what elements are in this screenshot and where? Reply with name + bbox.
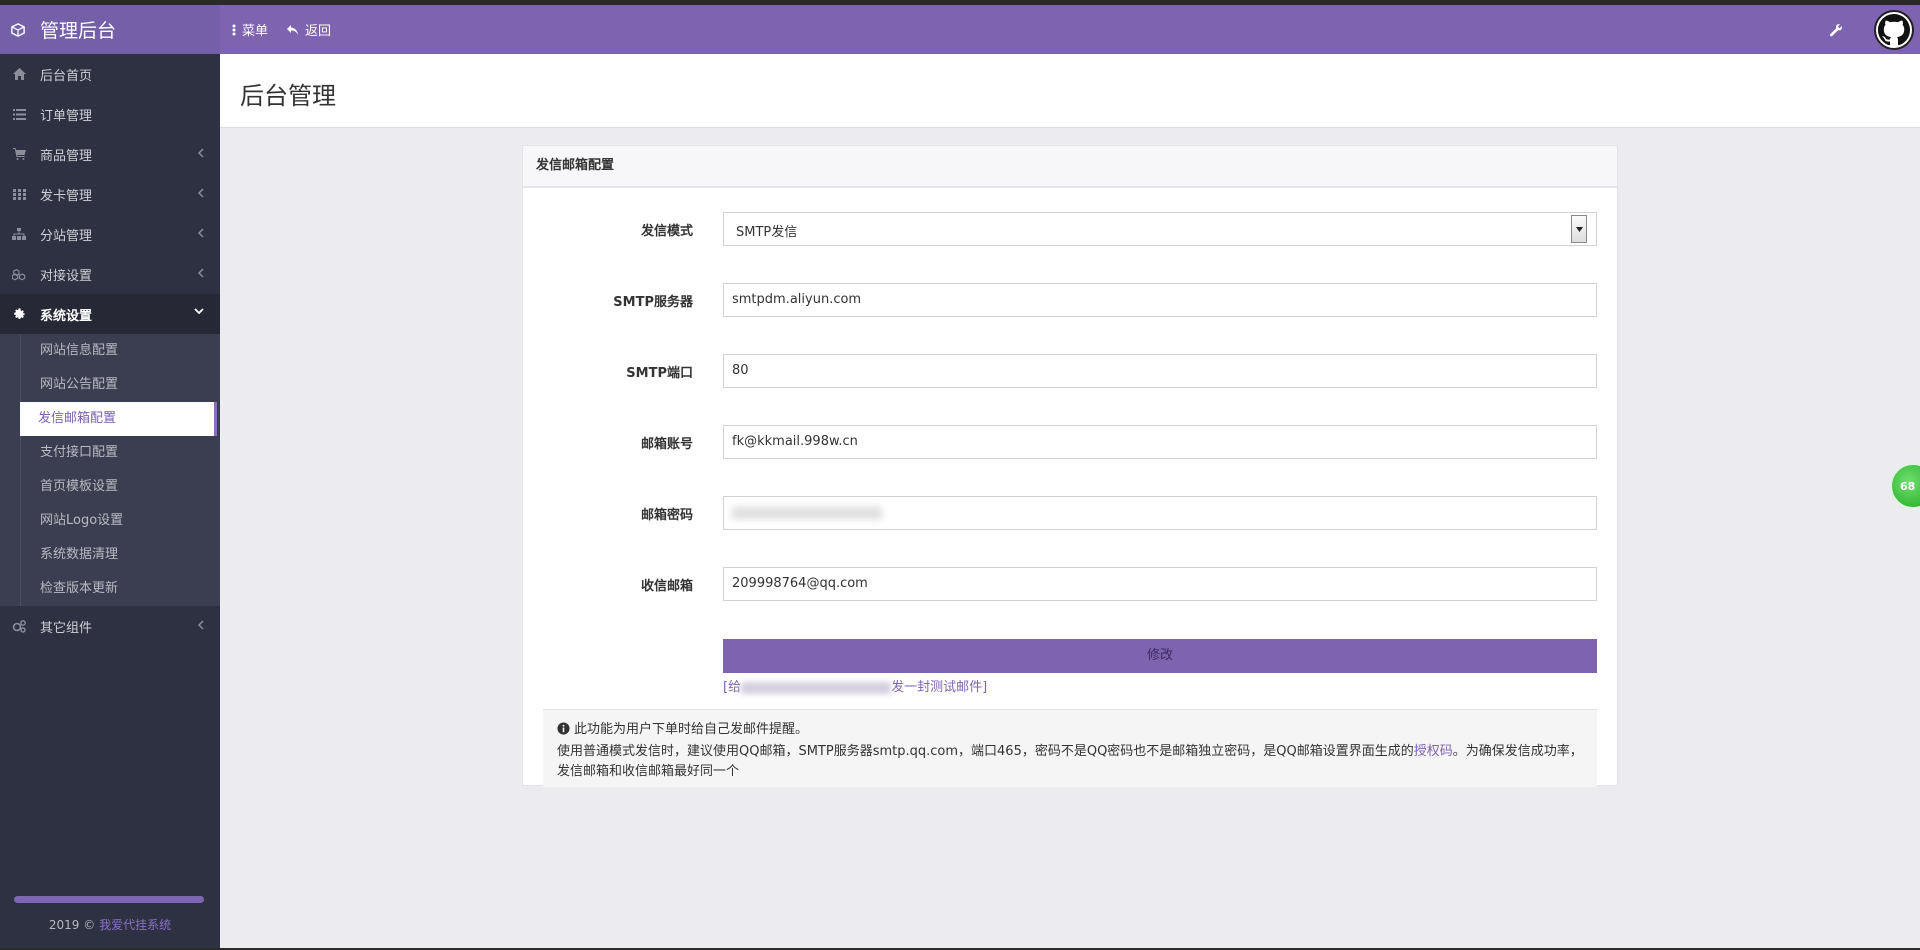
sidebar-item-label: 商品管理 (40, 148, 93, 164)
system-settings-submenu: 网站信息配置 网站公告配置 发信邮箱配置 支付接口配置 首页模板设置 网站Log… (0, 334, 220, 606)
form-row-mode: 发信模式 SMTP发信 (523, 212, 1619, 246)
test-link-suffix: 发一封测试邮件] (891, 680, 988, 695)
github-avatar[interactable] (1874, 9, 1914, 50)
sidebar-item-label: 分站管理 (40, 228, 93, 244)
chevron-left-icon (198, 620, 204, 630)
sidebar-item-label: 系统设置 (40, 308, 93, 324)
sidebar-item-cards[interactable]: 发卡管理 (0, 174, 220, 214)
chevron-down-icon (194, 308, 204, 314)
cart-icon (12, 147, 26, 161)
sidebar-item-label: 后台首页 (40, 68, 93, 84)
select-arrow-icon (1571, 215, 1587, 243)
gear-icon (12, 307, 26, 321)
sidebar-item-label: 订单管理 (40, 108, 93, 124)
submit-button[interactable]: 修改 (723, 639, 1597, 673)
info-box: 此功能为用户下单时给自己发邮件提醒。 使用普通模式发信时，建议使用QQ邮箱，SM… (543, 709, 1597, 787)
page-header: 后台管理 (220, 54, 1920, 128)
sidebar-item-other-components[interactable]: 其它组件 (0, 606, 220, 646)
info-circle-icon (557, 722, 570, 742)
password-label: 邮箱密码 (640, 508, 693, 523)
back-button[interactable]: 返回 (286, 20, 331, 39)
submenu-item-payment[interactable]: 支付接口配置 (20, 436, 220, 470)
form-row-password: 邮箱密码 (523, 496, 1619, 530)
brand[interactable]: 管理后台 (0, 5, 220, 54)
info-line-1: 此功能为用户下单时给自己发邮件提醒。 (557, 720, 1583, 742)
panel-heading: 发信邮箱配置 (523, 146, 1617, 188)
form-row-account: 邮箱账号 fk@kkmail.998w.cn (523, 425, 1619, 459)
cube-icon (10, 22, 26, 38)
form-row-port: SMTP端口 80 (523, 354, 1619, 388)
back-label: 返回 (305, 24, 332, 39)
top-bar: 管理后台 菜单 返回 (0, 5, 1920, 54)
cubes-icon (12, 267, 26, 281)
sidebar-item-system-settings[interactable]: 系统设置 (0, 294, 220, 334)
ellipsis-vertical-icon (232, 24, 236, 35)
footer-copyright: 2019 © 我爱代挂系统 (0, 916, 220, 933)
brand-title: 管理后台 (40, 20, 117, 42)
sidebar-item-orders[interactable]: 订单管理 (0, 94, 220, 134)
info-text-2a: 使用普通模式发信时，建议使用QQ邮箱，SMTP服务器smtp.qq.com，端口… (557, 744, 1414, 759)
menu-toggle-button[interactable]: 菜单 (232, 20, 268, 39)
sidebar: 后台首页 订单管理 商品管理 发卡管理 分站管理 对接设置 系统设置 网站信息配… (0, 54, 220, 948)
sidebar-item-products[interactable]: 商品管理 (0, 134, 220, 174)
chevron-left-icon (198, 148, 204, 158)
server-label: SMTP服务器 (613, 295, 693, 310)
footer-progress-bar (14, 896, 204, 903)
home-icon (12, 67, 26, 81)
wrench-icon[interactable] (1826, 20, 1846, 40)
sidebar-item-label: 对接设置 (40, 268, 93, 284)
form-row-server: SMTP服务器 smtpdm.aliyun.com (523, 283, 1619, 317)
sidebar-item-substations[interactable]: 分站管理 (0, 214, 220, 254)
gears-icon (12, 619, 26, 633)
info-line-2: 使用普通模式发信时，建议使用QQ邮箱，SMTP服务器smtp.qq.com，端口… (557, 742, 1583, 782)
github-icon (1878, 13, 1910, 45)
sitemap-icon (12, 227, 26, 241)
receiver-label: 收信邮箱 (640, 579, 693, 594)
mail-config-panel: 发信邮箱配置 发信模式 SMTP发信 SMTP服务器 smtpdm.aliyun… (522, 145, 1619, 787)
footer-link[interactable]: 我爱代挂系统 (99, 918, 171, 932)
footer-year: 2019 © (48, 918, 96, 932)
send-test-mail-link[interactable]: [给 发一封测试邮件] (723, 676, 987, 695)
account-label: 邮箱账号 (640, 437, 693, 452)
submenu-item-site-notice[interactable]: 网站公告配置 (20, 368, 220, 402)
password-mask (732, 506, 882, 519)
submenu-item-site-info[interactable]: 网站信息配置 (20, 334, 220, 368)
top-right-tools (1826, 5, 1920, 54)
info-text-1: 此功能为用户下单时给自己发邮件提醒。 (574, 722, 809, 737)
sidebar-item-label: 发卡管理 (40, 188, 93, 204)
top-nav: 菜单 返回 (232, 5, 349, 54)
mode-select-value: SMTP发信 (736, 225, 798, 240)
mode-select[interactable]: SMTP发信 (723, 212, 1597, 246)
receiver-mail-input[interactable]: 209998764@qq.com (723, 567, 1597, 601)
test-link-prefix: [给 (723, 680, 742, 695)
submenu-item-logo[interactable]: 网站Logo设置 (20, 504, 220, 538)
menu-label: 菜单 (242, 24, 269, 39)
mail-account-input[interactable]: fk@kkmail.998w.cn (723, 425, 1597, 459)
auth-code-link[interactable]: 授权码 (1414, 744, 1453, 759)
submenu-item-version-check[interactable]: 检查版本更新 (20, 572, 220, 606)
mode-label: 发信模式 (640, 224, 693, 239)
floating-badge[interactable]: 68 (1890, 463, 1920, 509)
sidebar-item-integration[interactable]: 对接设置 (0, 254, 220, 294)
submenu-item-home-template[interactable]: 首页模板设置 (20, 470, 220, 504)
grid-icon (12, 187, 26, 201)
form-row-receiver: 收信邮箱 209998764@qq.com (523, 567, 1619, 601)
submenu-item-data-cleanup[interactable]: 系统数据清理 (20, 538, 220, 572)
sidebar-footer: 2019 © 我爱代挂系统 (0, 878, 220, 948)
sidebar-item-home[interactable]: 后台首页 (0, 54, 220, 94)
chevron-left-icon (198, 228, 204, 238)
smtp-port-input[interactable]: 80 (723, 354, 1597, 388)
submenu-item-mail-config[interactable]: 发信邮箱配置 (20, 402, 217, 436)
sidebar-item-label: 其它组件 (40, 620, 93, 636)
mail-password-input[interactable] (723, 496, 1597, 530)
chevron-left-icon (198, 188, 204, 198)
chevron-left-icon (198, 268, 204, 278)
test-link-mask (741, 681, 892, 694)
smtp-server-input[interactable]: smtpdm.aliyun.com (723, 283, 1597, 317)
list-icon (12, 107, 26, 121)
page-title: 后台管理 (240, 82, 336, 110)
app-frame: 管理后台 菜单 返回 后台首页 订单管理 商品管理 发卡管理 分站管理 对接设置… (0, 5, 1920, 948)
port-label: SMTP端口 (626, 366, 693, 381)
reply-icon (287, 24, 299, 35)
